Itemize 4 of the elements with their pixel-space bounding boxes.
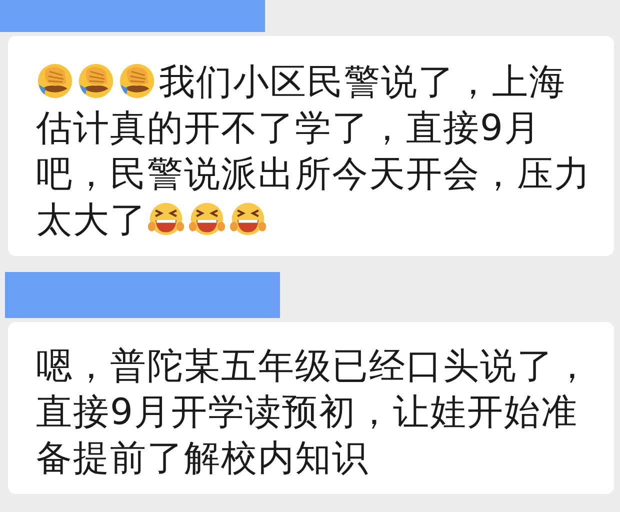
message-text: 估计真的开不了学了，直接9月吧，民警说派出所今天开会，压力: [36, 107, 592, 197]
message-text: 太大了: [36, 199, 147, 243]
message-text: 我们小区民警说了，上海: [159, 61, 566, 105]
message-text: 嗯，普陀某五年级已经口头说了，直接9月开学读预初，让娃开始准备提前了解校内知识: [36, 345, 592, 481]
